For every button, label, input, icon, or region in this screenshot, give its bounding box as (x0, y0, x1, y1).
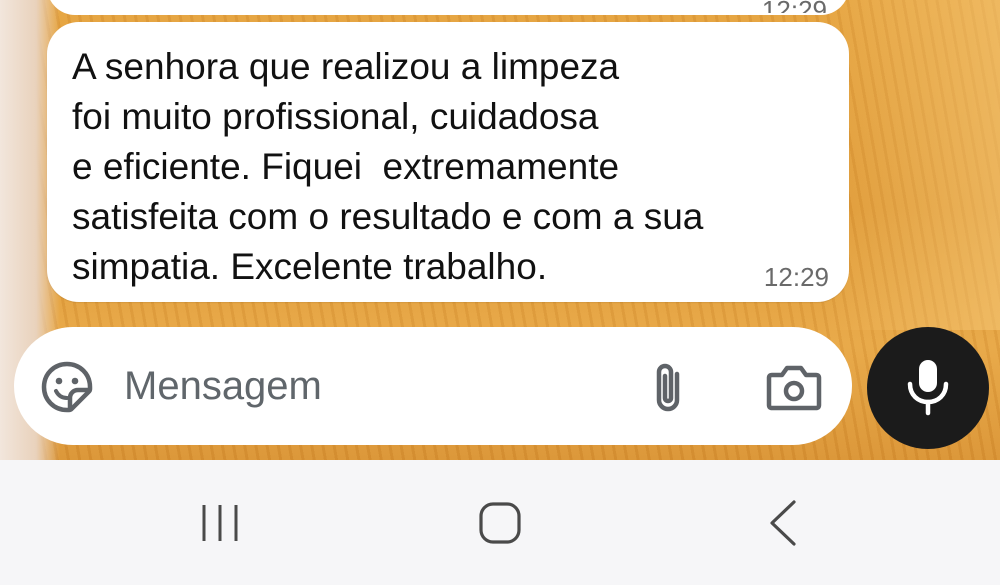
paperclip-icon[interactable] (648, 360, 688, 416)
message-text: A senhora que realizou a limpeza foi mui… (72, 46, 704, 287)
message-input[interactable] (124, 355, 624, 417)
chat-screen: 12:29 A senhora que realizou a limpeza f… (0, 0, 1000, 585)
microphone-icon[interactable] (867, 327, 989, 449)
previous-message-time: 12:29 (762, 0, 827, 13)
sticker-icon[interactable] (40, 360, 94, 414)
back-icon[interactable] (752, 498, 812, 548)
message-compose-bar (14, 327, 852, 445)
camera-icon[interactable] (766, 363, 822, 413)
recents-icon[interactable] (192, 498, 252, 548)
received-message-bubble[interactable]: A senhora que realizou a limpeza foi mui… (47, 22, 849, 302)
home-icon[interactable] (470, 498, 530, 548)
previous-message-bubble[interactable]: 12:29 (47, 0, 849, 15)
system-navigation-bar (0, 460, 1000, 585)
message-time: 12:29 (763, 262, 829, 292)
